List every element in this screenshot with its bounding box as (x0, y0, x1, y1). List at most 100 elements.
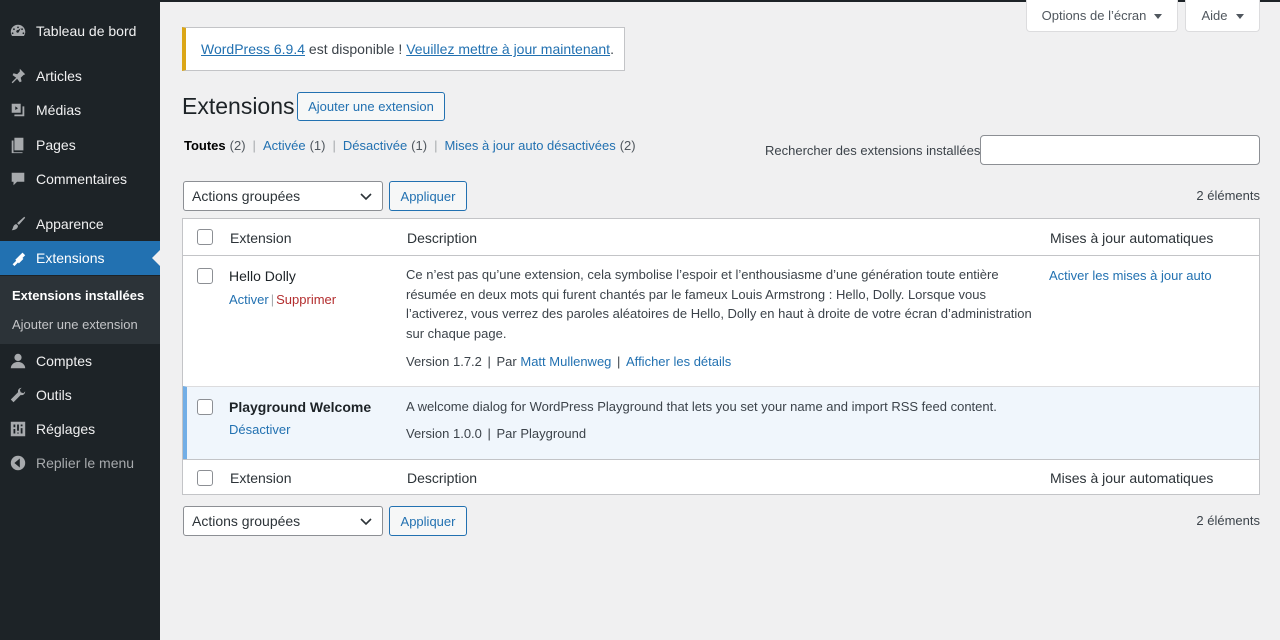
sidebar-item-label: Médias (36, 102, 82, 118)
chevron-down-icon (1235, 13, 1244, 19)
filter-inactive[interactable]: Désactivée (343, 138, 407, 153)
select-all-checkbox-footer[interactable] (197, 470, 213, 486)
users-icon (0, 344, 36, 378)
items-count-top: 2 éléments (1196, 188, 1260, 203)
chevron-down-icon (1154, 13, 1163, 19)
pages-icon (0, 128, 36, 162)
sidebar-item-label: Articles (36, 68, 82, 84)
extensions-submenu: Extensions installées Ajouter une extens… (0, 276, 160, 344)
row-actions: Désactiver (229, 422, 290, 437)
settings-icon (0, 412, 36, 446)
update-now-link[interactable]: Veuillez mettre à jour maintenant (406, 41, 610, 57)
filter-count: (2) (619, 138, 636, 153)
sidebar-item-label: Réglages (36, 421, 96, 437)
sidebar-item-comments[interactable]: Commentaires (0, 162, 160, 196)
comments-icon (0, 162, 36, 196)
sidebar-item-extensions[interactable]: Extensions (0, 241, 160, 275)
plugin-by: Par (496, 354, 517, 369)
collapse-icon (0, 446, 36, 480)
chevron-down-icon (360, 193, 372, 201)
apply-button-bottom[interactable]: Appliquer (389, 506, 467, 536)
search-label: Rechercher des extensions installées (765, 143, 981, 158)
add-extension-button[interactable]: Ajouter une extension (297, 92, 445, 121)
sidebar-item-tools[interactable]: Outils (0, 378, 160, 412)
plugin-version: Version 1.7.2 (406, 354, 482, 369)
row-actions: Activer | Supprimer (229, 292, 336, 307)
bulk-actions-select-bottom[interactable]: Actions groupées (183, 506, 383, 536)
items-count-bottom: 2 éléments (1196, 513, 1260, 528)
submenu-installed-extensions[interactable]: Extensions installées (12, 288, 144, 303)
sidebar-item-label: Pages (36, 137, 76, 153)
submenu-add-extension[interactable]: Ajouter une extension (12, 317, 138, 332)
brush-icon (0, 207, 36, 241)
search-input[interactable] (980, 135, 1260, 165)
plugins-icon (0, 241, 36, 275)
sidebar-item-appearance[interactable]: Apparence (0, 207, 160, 241)
plugin-name: Playground Welcome (229, 399, 372, 415)
plugin-description: A welcome dialog for WordPress Playgroun… (406, 399, 997, 414)
sidebar-item-label: Outils (36, 387, 72, 403)
notice-text: est disponible ! (305, 41, 407, 57)
plugin-description: Ce n’est pas qu’une extension, cela symb… (406, 267, 1032, 341)
sidebar-item-media[interactable]: Médias (0, 93, 160, 127)
sidebar-item-articles[interactable]: Articles (0, 59, 160, 93)
plugins-table: Extension Description Mises à jour autom… (182, 218, 1260, 495)
enable-auto-updates-link[interactable]: Activer les mises à jour auto (1049, 268, 1212, 283)
column-header-description: Description (407, 230, 478, 246)
version-separator: | (483, 354, 495, 369)
page-title: Extensions (182, 93, 295, 119)
column-header-auto-updates: Mises à jour automatiques (1050, 230, 1214, 246)
action-separator: | (270, 292, 275, 307)
view-details-link[interactable]: Afficher les détails (626, 354, 731, 369)
sidebar-item-label: Extensions (36, 250, 105, 266)
column-header-extension: Extension (230, 230, 292, 246)
pin-icon (0, 59, 36, 93)
screen-options-label: Options de l’écran (1041, 8, 1147, 23)
delete-link[interactable]: Supprimer (276, 292, 336, 307)
sidebar-item-label: Tableau de bord (36, 23, 137, 39)
deactivate-link[interactable]: Désactiver (229, 422, 290, 437)
bulk-actions-select-top[interactable]: Actions groupées (183, 181, 383, 211)
sidebar-item-accounts[interactable]: Comptes (0, 344, 160, 378)
filter-all[interactable]: Toutes (184, 138, 226, 153)
row-checkbox[interactable] (197, 399, 213, 415)
row-checkbox[interactable] (197, 268, 213, 284)
screen-options-button[interactable]: Options de l’écran (1026, 0, 1178, 32)
sidebar-item-pages[interactable]: Pages (0, 128, 160, 162)
filter-auto-updates-disabled[interactable]: Mises à jour auto désactivées (444, 138, 615, 153)
plugin-version-line: Version 1.7.2 | Par Matt Mullenweg | Aff… (406, 354, 731, 369)
dashboard-icon (0, 14, 36, 48)
notice-end: . (610, 41, 614, 57)
filter-count: (2) (229, 138, 246, 153)
plugin-name: Hello Dolly (229, 268, 296, 284)
filter-separator: | (332, 138, 336, 153)
filter-active[interactable]: Activée (263, 138, 306, 153)
sidebar-item-label: Apparence (36, 216, 104, 232)
update-notice: WordPress 6.9.4 est disponible ! Veuille… (182, 27, 625, 71)
wordpress-version-link[interactable]: WordPress 6.9.4 (201, 41, 305, 57)
version-separator: | (613, 354, 625, 369)
apply-button-top[interactable]: Appliquer (389, 181, 467, 211)
media-icon (0, 93, 36, 127)
plugin-by: Par Playground (496, 426, 587, 441)
plugin-version-line: Version 1.0.0 | Par Playground (406, 426, 586, 441)
select-all-checkbox[interactable] (197, 229, 213, 245)
filter-count: (1) (411, 138, 428, 153)
admin-sidebar: Tableau de bord Articles Médias Pages Co… (0, 0, 160, 640)
chevron-down-icon (360, 518, 372, 526)
sidebar-item-dashboard[interactable]: Tableau de bord (0, 14, 160, 48)
collapse-menu-button[interactable]: Replier le menu (0, 446, 160, 480)
status-filters: Toutes (2) | Activée (1) | Désactivée (1) |… (184, 138, 636, 153)
version-separator: | (483, 426, 495, 441)
sidebar-item-label: Replier le menu (36, 455, 135, 471)
sidebar-item-settings[interactable]: Réglages (0, 412, 160, 446)
bulk-actions-label: Actions groupées (192, 188, 301, 204)
column-footer-description: Description (407, 470, 478, 486)
author-link[interactable]: Matt Mullenweg (520, 354, 611, 369)
help-button[interactable]: Aide (1185, 0, 1260, 32)
help-label: Aide (1201, 8, 1228, 23)
column-footer-auto-updates: Mises à jour automatiques (1050, 470, 1214, 486)
tools-icon (0, 378, 36, 412)
filter-count: (1) (309, 138, 326, 153)
activate-link[interactable]: Activer (229, 292, 269, 307)
